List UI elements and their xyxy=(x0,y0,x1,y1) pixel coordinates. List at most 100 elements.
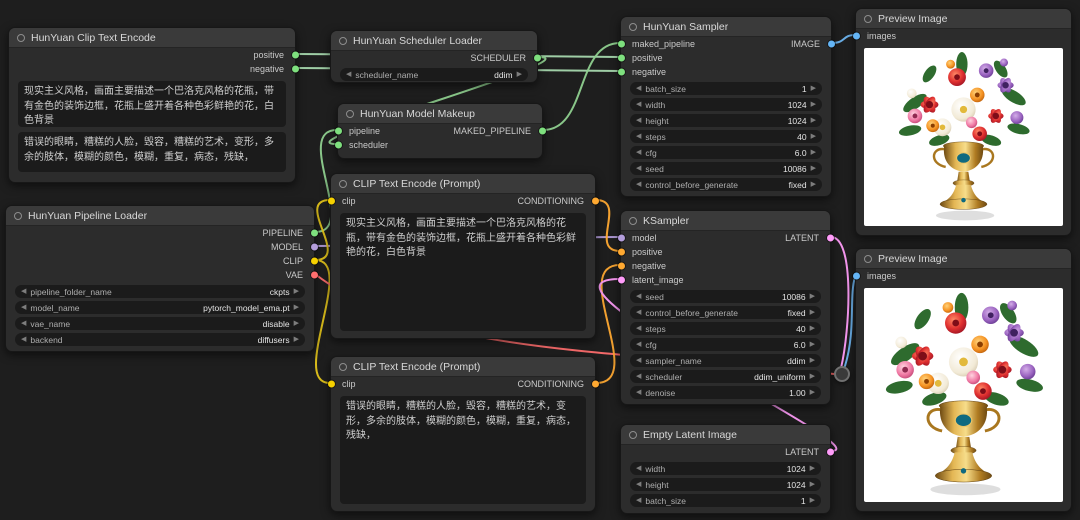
node-graph-canvas[interactable]: HunYuan Clip Text Encode positive negati… xyxy=(0,0,1080,520)
conditioning-output-port[interactable] xyxy=(592,381,599,388)
pipeline-input-port[interactable] xyxy=(335,128,342,135)
decrement-arrow-icon[interactable]: ◀ xyxy=(636,85,641,92)
widget-sampler-name[interactable]: ◀ sampler_name ddim ▶ xyxy=(630,354,821,367)
decrement-arrow-icon[interactable]: ◀ xyxy=(21,288,26,295)
prompt-textarea[interactable]: 错误的眼睛，糟糕的人脸，毁容，糟糕的艺术，变形，多余的肢体，模糊的颜色，模糊，重… xyxy=(340,396,586,504)
increment-arrow-icon[interactable]: ▶ xyxy=(810,481,815,488)
node-titlebar[interactable]: HunYuan Scheduler Loader xyxy=(331,31,537,51)
decrement-arrow-icon[interactable]: ◀ xyxy=(636,389,641,396)
latent-output-port[interactable] xyxy=(827,235,834,242)
decrement-arrow-icon[interactable]: ◀ xyxy=(636,481,641,488)
increment-arrow-icon[interactable]: ▶ xyxy=(811,117,816,124)
widget-cfg[interactable]: ◀ cfg 6.0 ▶ xyxy=(630,146,822,159)
increment-arrow-icon[interactable]: ▶ xyxy=(810,325,815,332)
collapse-icon[interactable] xyxy=(17,34,25,42)
node-titlebar[interactable]: HunYuan Model Makeup xyxy=(338,104,542,124)
increment-arrow-icon[interactable]: ▶ xyxy=(810,309,815,316)
collapse-icon[interactable] xyxy=(346,110,354,118)
decrement-arrow-icon[interactable]: ◀ xyxy=(636,165,641,172)
node-clip-text-encode-negative[interactable]: CLIP Text Encode (Prompt) clip CONDITION… xyxy=(330,356,596,512)
collapse-icon[interactable] xyxy=(864,15,872,23)
scheduler-output-port[interactable] xyxy=(534,55,541,62)
decrement-arrow-icon[interactable]: ◀ xyxy=(636,325,641,332)
negative-prompt-textarea[interactable]: 错误的眼睛，糟糕的人脸，毁容，糟糕的艺术，变形，多余的肢体，模糊的颜色，模糊，重… xyxy=(18,132,286,172)
decrement-arrow-icon[interactable]: ◀ xyxy=(636,357,641,364)
decrement-arrow-icon[interactable]: ◀ xyxy=(636,373,641,380)
increment-arrow-icon[interactable]: ▶ xyxy=(810,389,815,396)
decrement-arrow-icon[interactable]: ◀ xyxy=(636,341,641,348)
latent-image-input-port[interactable] xyxy=(618,277,625,284)
node-titlebar[interactable]: Preview Image xyxy=(856,249,1071,269)
node-preview-image-top[interactable]: Preview Image images xyxy=(855,8,1072,236)
widget-steps[interactable]: ◀ steps 40 ▶ xyxy=(630,130,822,143)
collapse-icon[interactable] xyxy=(14,212,22,220)
widget-width[interactable]: ◀ width 1024 ▶ xyxy=(630,462,821,475)
negative-output-port[interactable] xyxy=(292,66,299,73)
collapse-icon[interactable] xyxy=(629,431,637,439)
node-hunyuan-scheduler-loader[interactable]: HunYuan Scheduler Loader SCHEDULER ◀ sch… xyxy=(330,30,538,83)
decrement-arrow-icon[interactable]: ◀ xyxy=(21,320,26,327)
node-titlebar[interactable]: HunYuan Sampler xyxy=(621,17,831,37)
increment-arrow-icon[interactable]: ▶ xyxy=(810,357,815,364)
increment-arrow-icon[interactable]: ▶ xyxy=(810,293,815,300)
conditioning-output-port[interactable] xyxy=(592,198,599,205)
increment-arrow-icon[interactable]: ▶ xyxy=(810,465,815,472)
node-hunyuan-sampler[interactable]: HunYuan Sampler maked_pipeline IMAGE pos… xyxy=(620,16,832,197)
maked-pipeline-output-port[interactable] xyxy=(539,128,546,135)
maked-pipeline-input-port[interactable] xyxy=(618,41,625,48)
increment-arrow-icon[interactable]: ▶ xyxy=(294,304,299,311)
pipeline-output-port[interactable] xyxy=(311,230,318,237)
positive-input-port[interactable] xyxy=(618,55,625,62)
node-clip-text-encode-positive[interactable]: CLIP Text Encode (Prompt) clip CONDITION… xyxy=(330,173,596,339)
widget-batch-size[interactable]: ◀ batch_size 1 ▶ xyxy=(630,82,822,95)
images-input-port[interactable] xyxy=(853,273,860,280)
node-preview-image-bottom[interactable]: Preview Image images xyxy=(855,248,1072,512)
decrement-arrow-icon[interactable]: ◀ xyxy=(636,309,641,316)
latent-output-port[interactable] xyxy=(827,449,834,456)
node-hunyuan-pipeline-loader[interactable]: HunYuan Pipeline Loader PIPELINE MODEL C… xyxy=(5,205,315,352)
clip-input-port[interactable] xyxy=(328,198,335,205)
node-titlebar[interactable]: Preview Image xyxy=(856,9,1071,29)
widget-vae-name[interactable]: ◀ vae_name disable ▶ xyxy=(15,317,305,330)
increment-arrow-icon[interactable]: ▶ xyxy=(810,341,815,348)
node-titlebar[interactable]: HunYuan Clip Text Encode xyxy=(9,28,295,48)
vae-output-port[interactable] xyxy=(311,272,318,279)
clip-output-port[interactable] xyxy=(311,258,318,265)
positive-output-port[interactable] xyxy=(292,52,299,59)
increment-arrow-icon[interactable]: ▶ xyxy=(294,320,299,327)
widget-backend[interactable]: ◀ backend diffusers ▶ xyxy=(15,333,305,346)
widget-pipeline-folder-name[interactable]: ◀ pipeline_folder_name ckpts ▶ xyxy=(15,285,305,298)
negative-input-port[interactable] xyxy=(618,69,625,76)
widget-denoise[interactable]: ◀ denoise 1.00 ▶ xyxy=(630,386,821,399)
increment-arrow-icon[interactable]: ▶ xyxy=(811,165,816,172)
node-titlebar[interactable]: CLIP Text Encode (Prompt) xyxy=(331,174,595,194)
increment-arrow-icon[interactable]: ▶ xyxy=(811,181,816,188)
decrement-arrow-icon[interactable]: ◀ xyxy=(636,117,641,124)
collapse-icon[interactable] xyxy=(629,217,637,225)
decrement-arrow-icon[interactable]: ◀ xyxy=(346,71,351,78)
decrement-arrow-icon[interactable]: ◀ xyxy=(636,293,641,300)
increment-arrow-icon[interactable]: ▶ xyxy=(294,336,299,343)
decrement-arrow-icon[interactable]: ◀ xyxy=(21,304,26,311)
increment-arrow-icon[interactable]: ▶ xyxy=(810,497,815,504)
decrement-arrow-icon[interactable]: ◀ xyxy=(636,181,641,188)
decrement-arrow-icon[interactable]: ◀ xyxy=(21,336,26,343)
increment-arrow-icon[interactable]: ▶ xyxy=(811,133,816,140)
widget-control-before-generate[interactable]: ◀ control_before_generate fixed ▶ xyxy=(630,306,821,319)
node-ksampler[interactable]: KSampler model LATENT positive negative … xyxy=(620,210,831,405)
decrement-arrow-icon[interactable]: ◀ xyxy=(636,149,641,156)
node-titlebar[interactable]: KSampler xyxy=(621,211,830,231)
increment-arrow-icon[interactable]: ▶ xyxy=(517,71,522,78)
collapse-icon[interactable] xyxy=(339,180,347,188)
node-titlebar[interactable]: CLIP Text Encode (Prompt) xyxy=(331,357,595,377)
widget-steps[interactable]: ◀ steps 40 ▶ xyxy=(630,322,821,335)
images-input-port[interactable] xyxy=(853,33,860,40)
decrement-arrow-icon[interactable]: ◀ xyxy=(636,133,641,140)
decrement-arrow-icon[interactable]: ◀ xyxy=(636,497,641,504)
scheduler-input-port[interactable] xyxy=(335,142,342,149)
widget-control-before-generate[interactable]: ◀ control_before_generate fixed ▶ xyxy=(630,178,822,191)
collapse-icon[interactable] xyxy=(629,23,637,31)
model-input-port[interactable] xyxy=(618,235,625,242)
widget-model-name[interactable]: ◀ model_name pytorch_model_ema.pt ▶ xyxy=(15,301,305,314)
widget-seed[interactable]: ◀ seed 10086 ▶ xyxy=(630,162,822,175)
